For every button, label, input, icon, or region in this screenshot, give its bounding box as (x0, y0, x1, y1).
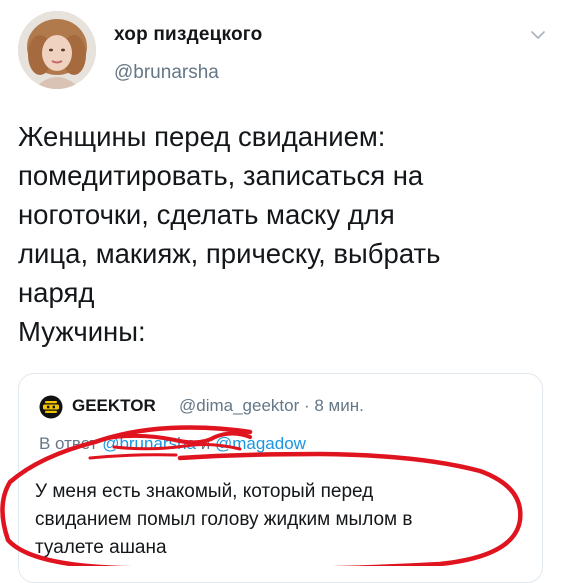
chevron-down-icon[interactable] (530, 30, 546, 40)
quoted-text-line: У меня есть знакомый, который перед (35, 481, 374, 502)
geektor-logo-icon (39, 395, 63, 419)
reply-mention-link[interactable]: @magadow (215, 434, 306, 453)
quoted-text-line: свиданием помыл голову жидким мылом в (35, 509, 413, 530)
tweet-text-line: наряд (18, 277, 95, 308)
reply-context: В ответ @brunarsha и @magadow (39, 434, 306, 454)
tweet: хор пиздецкого @brunarsha Женщины перед … (0, 0, 563, 583)
tweet-text-line: Женщины перед свиданием: (18, 121, 386, 152)
tweet-text-line: лица, макияж, прическу, выбрать (18, 238, 441, 269)
quoted-tweet[interactable]: GEEKTOR @dima_geektor · 8 мин. В ответ @… (18, 373, 543, 583)
reply-prefix: В ответ (39, 434, 98, 453)
tweet-text-line: ноготочки, сделать маску для (18, 199, 395, 230)
reply-mention-link[interactable]: @brunarsha (102, 434, 196, 453)
author-avatar[interactable] (18, 11, 96, 89)
tweet-text-line: Мужчины: (18, 316, 146, 347)
avatar-photo (18, 11, 96, 89)
reply-and: и (200, 434, 211, 453)
tweet-text-line: помедитировать, записаться на (18, 160, 424, 191)
quoted-author-name[interactable]: GEEKTOR (72, 396, 156, 416)
author-name[interactable]: хор пиздецкого (114, 24, 262, 46)
quoted-tweet-text: У меня есть знакомый, который перед свид… (35, 478, 525, 562)
author-handle[interactable]: @brunarsha (114, 62, 219, 84)
quoted-text-line: туалете ашана (35, 537, 167, 558)
quoted-author-meta[interactable]: @dima_geektor · 8 мин. (179, 396, 364, 416)
tweet-text: Женщины перед свиданием: помедитировать,… (18, 117, 548, 351)
